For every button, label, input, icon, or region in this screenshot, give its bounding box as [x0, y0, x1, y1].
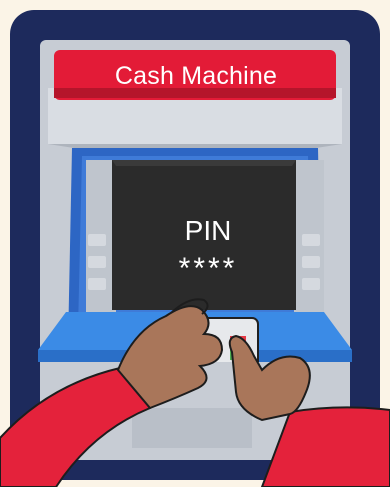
right-bezel: [294, 160, 324, 335]
right-softkey-1: [302, 234, 320, 246]
sign-text: Cash Machine: [114, 61, 278, 90]
right-softkey-2: [302, 256, 320, 268]
pin-title: PIN: [184, 215, 232, 246]
left-bezel: [86, 160, 116, 335]
hood-edge: [48, 144, 342, 148]
pin-mask: ****: [178, 252, 238, 285]
atm-illustration: Cash Machine PIN ****: [0, 0, 390, 487]
screen-top-shade: [112, 160, 296, 166]
left-softkey-1: [88, 234, 106, 246]
left-softkey-3: [88, 278, 106, 290]
cash-slot: [132, 408, 252, 448]
left-softkey-2: [88, 256, 106, 268]
right-softkey-3: [302, 278, 320, 290]
